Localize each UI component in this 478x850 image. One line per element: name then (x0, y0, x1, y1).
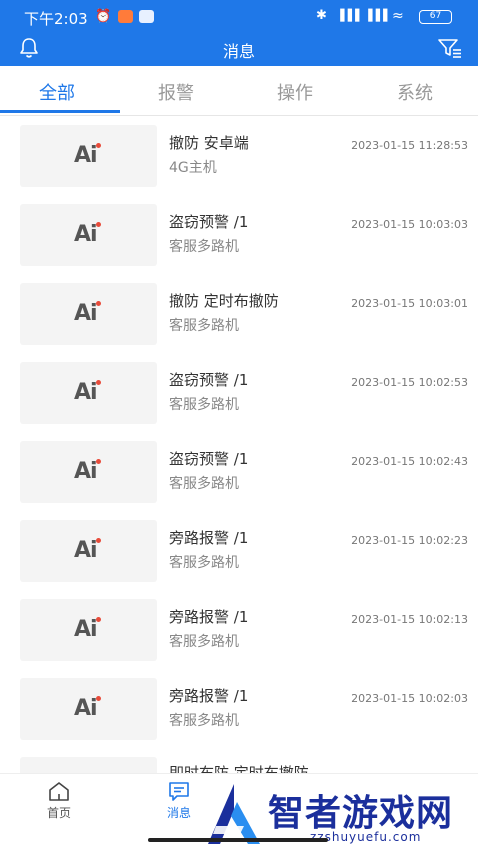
message-device: 客服多路机 (169, 713, 239, 729)
message-title: 即时布防 定时布撤防 (169, 764, 309, 773)
ai-logo-dot (96, 301, 101, 306)
message-title: 旁路报警 /1 (169, 608, 249, 626)
message-time: 2023-01-15 10:02:53 (351, 376, 468, 389)
nav-home[interactable]: 首页 (29, 780, 89, 821)
list-item[interactable]: Ai 旁路报警 /1 客服多路机 2023-01-15 10:02:13 (0, 591, 478, 670)
ai-logo-dot (96, 380, 101, 385)
ai-logo-dot (96, 696, 101, 701)
message-time: 2023-01-15 10:02:13 (351, 613, 468, 626)
battery-icon: 67 (419, 10, 452, 24)
signal-icon-2: ▐▐▐ (364, 9, 387, 22)
app-notification-icon (118, 10, 133, 23)
list-item[interactable]: Ai 旁路报警 /1 客服多路机 2023-01-15 10:02:23 (0, 512, 478, 591)
message-thumbnail: Ai (20, 441, 157, 503)
watermark-url: zzshuyuefu.com (310, 830, 422, 844)
watermark-text: 智者游戏网 (268, 793, 454, 834)
home-indicator[interactable] (148, 838, 328, 842)
message-tabs: 全部 报警 操作 系统 (0, 66, 478, 116)
wifi-icon: ≈ (392, 8, 404, 24)
message-title: 撤防 安卓端 (169, 134, 249, 152)
ai-logo-icon: Ai (74, 301, 101, 326)
gallery-notification-icon (139, 10, 154, 23)
message-time: 2023-01-15 10:02:43 (351, 455, 468, 468)
message-title: 旁路报警 /1 (169, 529, 249, 547)
ai-logo-icon: Ai (74, 538, 101, 563)
message-list[interactable]: Ai 撤防 安卓端 4G主机 2023-01-15 11:28:53 Ai 盗窃… (0, 117, 478, 773)
app-header: 下午2:03 ⏰ ✱ ▐▐▐ ▐▐▐ ≈ 67 消息 (0, 0, 478, 66)
ai-logo-icon: Ai (74, 143, 101, 168)
active-tab-indicator (0, 110, 120, 113)
message-device: 客服多路机 (169, 555, 239, 571)
alarm-icon: ⏰ (95, 9, 112, 24)
list-item[interactable]: Ai 盗窃预警 /1 客服多路机 2023-01-15 10:03:03 (0, 196, 478, 275)
message-thumbnail: Ai (20, 362, 157, 424)
ai-logo-dot (96, 143, 101, 148)
message-device: 客服多路机 (169, 476, 239, 492)
message-title: 撤防 定时布撤防 (169, 292, 279, 310)
message-device: 4G主机 (169, 160, 217, 176)
message-time: 2023-01-15 10:02:03 (351, 692, 468, 705)
message-title: 盗窃预警 /1 (169, 213, 249, 231)
message-title: 旁路报警 /1 (169, 687, 249, 705)
message-thumbnail: Ai (20, 283, 157, 345)
message-time: 2023-01-15 11:28:53 (351, 139, 468, 152)
message-device: 客服多路机 (169, 634, 239, 650)
page-title: 消息 (222, 42, 255, 61)
signal-icon: ▐▐▐ (336, 9, 359, 22)
list-item[interactable]: Ai 即时布防 定时布撤防 (0, 749, 478, 773)
message-device: 客服多路机 (169, 239, 239, 255)
message-thumbnail: Ai (20, 678, 157, 740)
filter-icon[interactable] (437, 37, 463, 59)
ai-logo-dot (96, 538, 101, 543)
ai-logo-dot (96, 222, 101, 227)
tab-system[interactable]: 系统 (397, 79, 433, 105)
message-time: 2023-01-15 10:02:23 (351, 534, 468, 547)
message-device: 客服多路机 (169, 318, 239, 334)
ai-logo-icon: Ai (74, 380, 101, 405)
ai-logo-icon: Ai (74, 222, 101, 247)
list-item[interactable]: Ai 盗窃预警 /1 客服多路机 2023-01-15 10:02:43 (0, 433, 478, 512)
ai-logo-dot (96, 459, 101, 464)
message-thumbnail: Ai (20, 599, 157, 661)
message-title: 盗窃预警 /1 (169, 371, 249, 389)
tab-operation[interactable]: 操作 (277, 79, 313, 105)
message-title: 盗窃预警 /1 (169, 450, 249, 468)
nav-home-label: 首页 (46, 806, 71, 820)
ai-logo-icon: Ai (74, 696, 101, 721)
ai-logo-icon: Ai (74, 617, 101, 642)
message-thumbnail: Ai (20, 204, 157, 266)
message-device: 客服多路机 (169, 397, 239, 413)
ai-logo-icon: Ai (74, 459, 101, 484)
message-time: 2023-01-15 10:03:03 (351, 218, 468, 231)
tab-alarm[interactable]: 报警 (158, 79, 194, 105)
list-item[interactable]: Ai 旁路报警 /1 客服多路机 2023-01-15 10:02:03 (0, 670, 478, 749)
tab-all[interactable]: 全部 (39, 79, 75, 105)
home-icon (49, 782, 69, 801)
message-thumbnail: Ai (20, 757, 157, 773)
message-icon (169, 782, 189, 801)
status-time: 下午2:03 (24, 10, 88, 28)
ai-logo-dot (96, 617, 101, 622)
message-time: 2023-01-15 10:03:01 (351, 297, 468, 310)
status-bar: 下午2:03 ⏰ ✱ ▐▐▐ ▐▐▐ ≈ 67 (0, 0, 478, 33)
message-thumbnail: Ai (20, 125, 157, 187)
message-thumbnail: Ai (20, 520, 157, 582)
list-item[interactable]: Ai 撤防 安卓端 4G主机 2023-01-15 11:28:53 (0, 117, 478, 196)
list-item[interactable]: Ai 撤防 定时布撤防 客服多路机 2023-01-15 10:03:01 (0, 275, 478, 354)
list-item[interactable]: Ai 盗窃预警 /1 客服多路机 2023-01-15 10:02:53 (0, 354, 478, 433)
bluetooth-icon: ✱ (316, 8, 327, 23)
